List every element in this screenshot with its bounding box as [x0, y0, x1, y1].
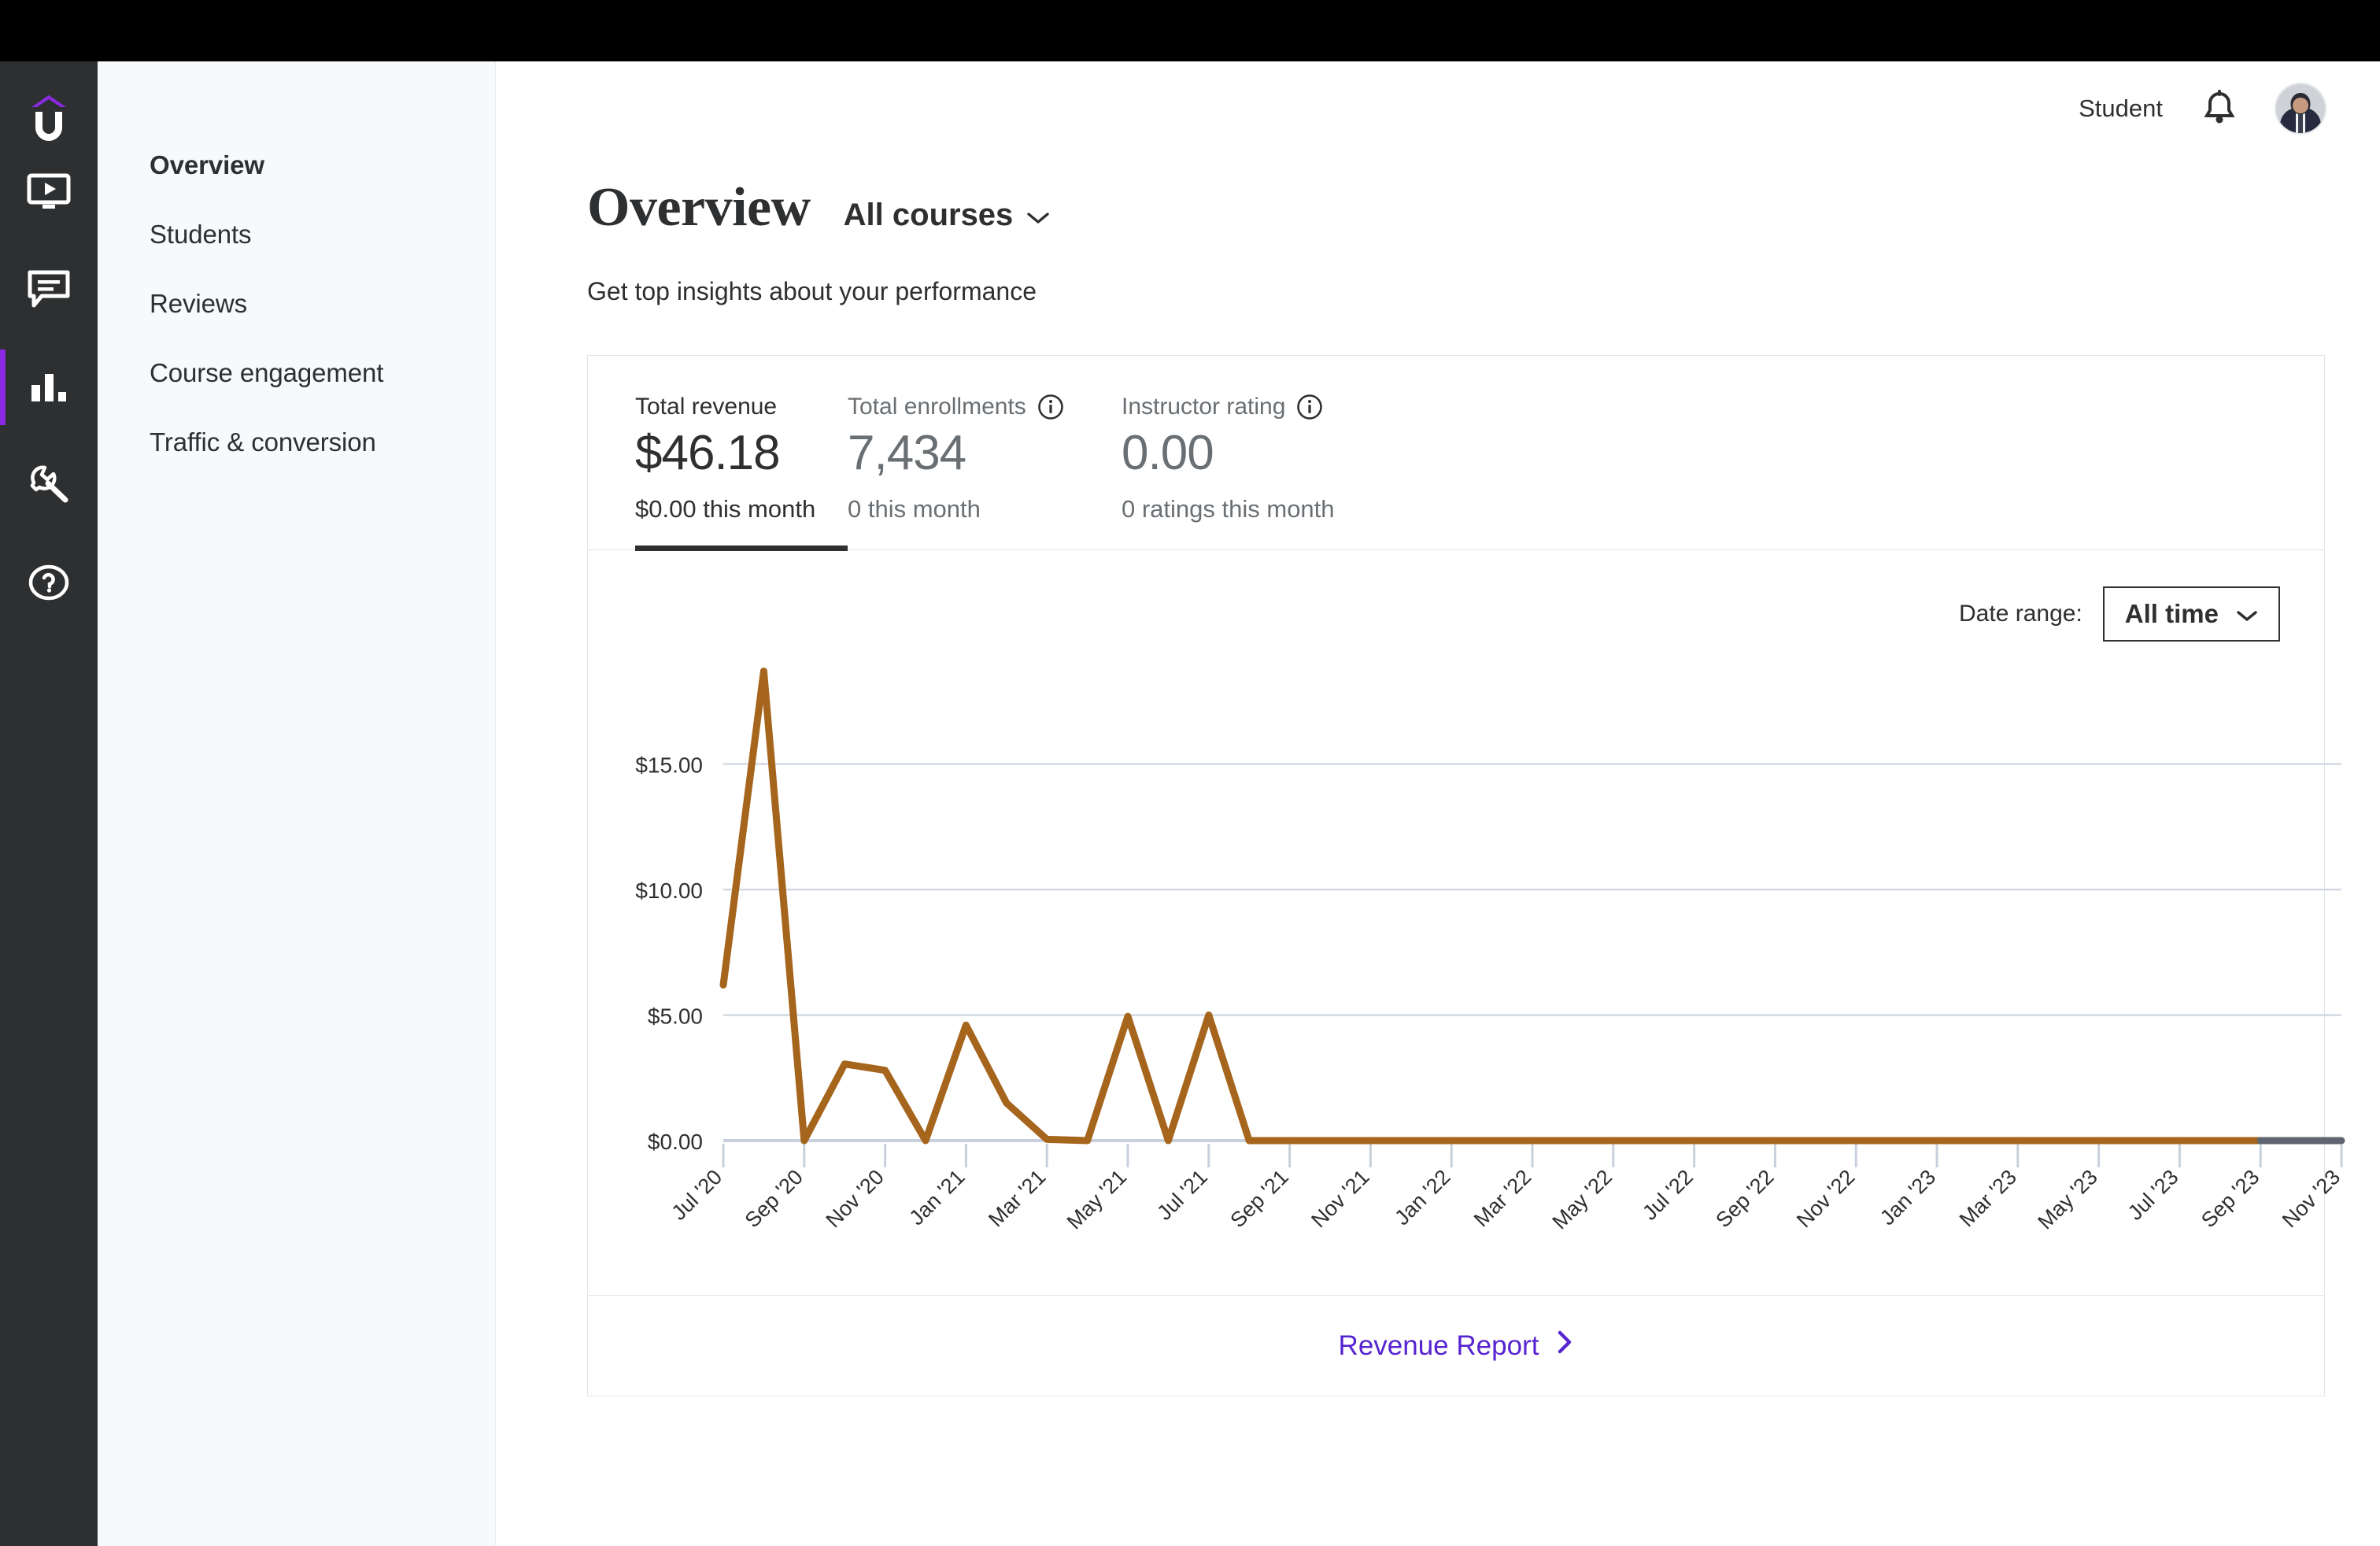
- date-range-row: Date range: All time: [588, 550, 2324, 642]
- stat-tab-total-revenue[interactable]: Total revenue $46.18 $0.00 this month: [588, 384, 848, 551]
- stat-label: Instructor rating: [1122, 394, 1286, 420]
- info-circle-icon[interactable]: [1296, 394, 1323, 420]
- stat-label-row: Instructor rating: [1122, 394, 1452, 420]
- y-axis-tick-label: $10.00: [635, 878, 703, 903]
- stat-subvalue: 0 this month: [848, 495, 981, 523]
- rail-item-courses[interactable]: [0, 143, 98, 241]
- main-content: Student Overview All courses Get top ins…: [496, 61, 2380, 1546]
- icon-rail: [0, 61, 98, 1546]
- course-filter-dropdown[interactable]: All courses: [844, 198, 1051, 233]
- rail-item-tools[interactable]: [0, 436, 98, 534]
- stat-tab-total-enrollments[interactable]: Total enrollments 7,434 0 this month: [848, 384, 1122, 550]
- x-axis-tick-label: May '22: [1548, 1165, 1617, 1233]
- page-title-row: Overview All courses: [496, 156, 2380, 239]
- date-range-value: All time: [2124, 599, 2219, 628]
- x-axis-tick-label: Jan '21: [904, 1165, 969, 1230]
- revenue-line-chart: $0.00 $5.00 $10.00 $15.00 Jul '20 Sep '20 Nov …: [588, 649, 2360, 1295]
- app-root: Overview Students Reviews Course engagem…: [0, 0, 2380, 1546]
- x-axis-tick-label: Sep '20: [741, 1165, 808, 1232]
- x-axis-tick-label: Sep '23: [2197, 1165, 2264, 1232]
- video-play-icon: [27, 173, 71, 211]
- student-link[interactable]: Student: [2079, 94, 2163, 123]
- stat-tab-instructor-rating[interactable]: Instructor rating 0.00 0 ratings this mo…: [1122, 384, 1452, 550]
- sidebar-item-overview[interactable]: Overview: [98, 131, 495, 200]
- top-bar: Student: [496, 61, 2380, 156]
- page-title: Overview: [587, 177, 811, 238]
- overview-card: Total revenue $46.18 $0.00 this month To…: [587, 355, 2345, 1396]
- avatar-face: [2293, 98, 2308, 113]
- x-axis-tick-label: Nov '22: [1792, 1165, 1859, 1232]
- udemy-logo-icon[interactable]: [27, 93, 71, 143]
- secondary-sidebar: Overview Students Reviews Course engagem…: [98, 61, 496, 1546]
- chevron-down-icon: [2236, 599, 2258, 629]
- revenue-report-label: Revenue Report: [1338, 1330, 1539, 1361]
- stat-value: $46.18: [635, 426, 781, 480]
- x-axis-tick-label: Sep '22: [1711, 1165, 1778, 1232]
- page-subtitle: Get top insights about your performance: [587, 277, 1037, 305]
- rail-item-resources[interactable]: [0, 534, 98, 631]
- x-axis-tick-label: Jul '20: [667, 1165, 726, 1225]
- date-range-dropdown[interactable]: All time: [2102, 586, 2280, 642]
- chevron-down-icon: [1026, 198, 1050, 233]
- notification-bell-icon[interactable]: [2199, 88, 2240, 129]
- x-axis-tick-label: Sep '21: [1225, 1165, 1292, 1232]
- stats-tab-row: Total revenue $46.18 $0.00 this month To…: [588, 356, 2324, 551]
- stat-label: Total revenue: [635, 394, 778, 420]
- avatar-tie: [2298, 113, 2303, 133]
- y-axis-tick-label: $5.00: [648, 1004, 703, 1029]
- x-axis-tick-label: Mar '23: [1955, 1165, 2021, 1231]
- revenue-report-link[interactable]: Revenue Report: [1339, 1330, 1574, 1362]
- stat-value: 7,434: [848, 426, 966, 480]
- x-axis-tick-label: Nov '21: [1306, 1165, 1373, 1232]
- sidebar-item-students[interactable]: Students: [98, 200, 495, 269]
- message-icon: [28, 270, 70, 309]
- user-avatar[interactable]: [2276, 84, 2325, 133]
- rail-item-communication[interactable]: [0, 241, 98, 338]
- chart-canvas: $0.00$5.00$10.00$15.00Jul '20 Sep '20 Nov …: [635, 668, 2345, 1234]
- course-filter-label: All courses: [843, 198, 1014, 232]
- x-axis-tick-label: Jan '23: [1876, 1165, 1940, 1230]
- rail-item-performance[interactable]: [0, 338, 98, 436]
- x-axis-tick-label: Nov '20: [821, 1165, 888, 1232]
- revenue-chart-section: Date range: All time $0.00 $5.00 $10.00 $15…: [588, 550, 2345, 1295]
- help-circle-icon: [28, 564, 69, 601]
- x-axis-tick-label: May '21: [1062, 1165, 1131, 1233]
- stat-label-row: Total enrollments: [848, 394, 1122, 420]
- x-axis-tick-label: Jan '22: [1390, 1165, 1454, 1230]
- date-range-label: Date range:: [1959, 601, 2082, 627]
- sidebar-item-reviews[interactable]: Reviews: [98, 269, 495, 338]
- sidebar-item-course-engagement[interactable]: Course engagement: [98, 338, 495, 408]
- y-axis-tick-label: $15.00: [635, 753, 703, 778]
- sidebar-nav-list: Overview Students Reviews Course engagem…: [98, 61, 495, 477]
- y-axis-tick-label: $0.00: [648, 1130, 703, 1154]
- x-axis-tick-label: Mar '21: [984, 1165, 1050, 1231]
- x-axis-tick-label: Nov '23: [2278, 1165, 2345, 1232]
- stat-label-row: Total revenue: [635, 394, 848, 420]
- sidebar-item-traffic-conversion[interactable]: Traffic & conversion: [98, 408, 495, 477]
- x-axis-tick-label: May '23: [2033, 1165, 2101, 1233]
- browser-chrome-bar: [0, 0, 2380, 61]
- x-axis-tick-label: Jul '21: [1152, 1165, 1212, 1225]
- stat-value: 0.00: [1122, 426, 1214, 480]
- stat-subvalue: 0 ratings this month: [1122, 495, 1335, 523]
- card-footer: Revenue Report: [588, 1295, 2324, 1396]
- x-axis-tick-label: Jul '23: [2123, 1165, 2183, 1225]
- stat-label: Total enrollments: [848, 394, 1026, 420]
- x-axis-tick-label: Jul '22: [1638, 1165, 1698, 1225]
- x-axis-tick-label: Mar '22: [1469, 1165, 1536, 1231]
- info-circle-icon[interactable]: [1037, 394, 1064, 420]
- stat-subvalue: $0.00 this month: [635, 495, 816, 523]
- wrench-icon: [28, 464, 70, 505]
- chevron-right-icon: [1556, 1330, 1573, 1362]
- bar-chart-icon: [29, 372, 68, 403]
